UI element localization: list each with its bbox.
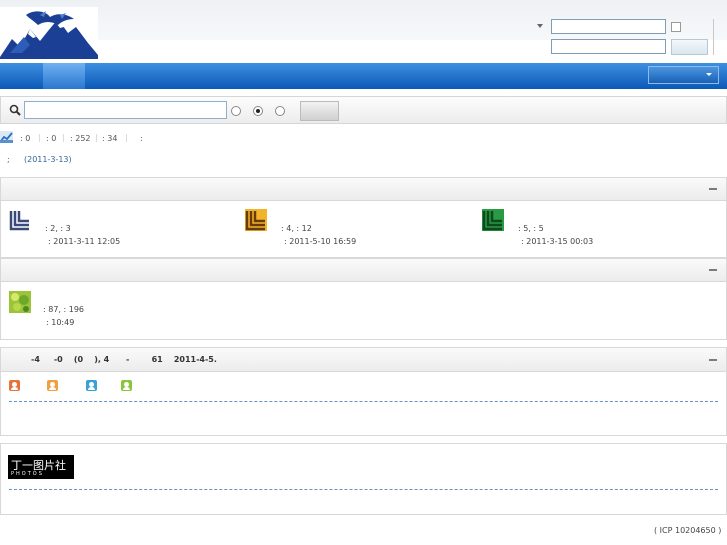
forum-stats: : 87, : 196 <box>43 305 85 314</box>
stat-value-2: : 0 <box>46 134 57 143</box>
forum-category-header-2[interactable] <box>0 258 727 282</box>
search-input[interactable] <box>24 101 227 119</box>
forum-icon-navy[interactable] <box>9 209 31 231</box>
stat-value-1: : 0 <box>20 134 31 143</box>
user-icon <box>47 380 58 391</box>
announcement-link[interactable]: (2011-3-13) <box>24 155 72 164</box>
stat-value-3: : 252 <box>70 134 91 143</box>
stats-chart-icon <box>0 131 13 143</box>
stat-separator: | <box>62 133 65 142</box>
forum-stats: : 4, : 12 <box>281 224 312 233</box>
stat-separator: | <box>125 133 128 142</box>
search-button[interactable] <box>300 101 339 121</box>
search-scope-radio-2[interactable] <box>253 106 263 116</box>
user-icon <box>9 380 20 391</box>
forum-icon-orange[interactable] <box>245 209 267 231</box>
collapse-minus-icon[interactable] <box>709 188 717 190</box>
stat-value-5: : <box>140 134 143 143</box>
friend-link-logo-subtitle: PHOTOS <box>11 471 44 477</box>
forum-stats: : 2, : 3 <box>45 224 71 233</box>
user-icon <box>86 380 97 391</box>
online-summary: -4 -0 (0 ), 4 - 61 2011-4-5. <box>31 355 217 364</box>
stat-separator: | <box>38 133 41 142</box>
friend-links-panel <box>0 443 727 515</box>
login-type-dropdown-icon[interactable] <box>536 22 544 28</box>
divider <box>9 489 718 490</box>
search-scope-radio-3[interactable] <box>275 106 285 116</box>
collapse-minus-icon[interactable] <box>709 269 717 271</box>
forum-last-post[interactable]: : 10:49 <box>46 318 74 327</box>
forum-category-header-1[interactable] <box>0 177 727 201</box>
stat-separator: | <box>95 133 98 142</box>
login-button[interactable] <box>671 39 708 55</box>
main-nav <box>0 63 727 89</box>
divider <box>9 401 718 402</box>
username-input[interactable] <box>551 19 666 34</box>
announcement-label: ; <box>7 155 10 164</box>
nav-item-active[interactable] <box>43 63 85 89</box>
forum-last-post[interactable]: : 2011-5-10 16:59 <box>284 237 356 246</box>
forum-stats: : 5, : 5 <box>518 224 544 233</box>
friend-link-logo[interactable]: 丁一图片社 PHOTOS <box>8 455 74 479</box>
forum-icon-photo[interactable] <box>9 291 31 313</box>
forum-last-post[interactable]: : 2011-3-15 00:03 <box>521 237 593 246</box>
chevron-down-icon <box>706 73 712 76</box>
forum-last-post[interactable]: : 2011-3-11 12:05 <box>48 237 120 246</box>
search-icon <box>9 104 21 116</box>
forum-icon-green[interactable] <box>482 209 504 231</box>
login-divider <box>713 19 714 55</box>
collapse-minus-icon[interactable] <box>709 359 717 361</box>
password-input[interactable] <box>551 39 666 54</box>
site-logo[interactable] <box>0 7 98 59</box>
stat-value-4: : 34 <box>102 134 118 143</box>
user-icon <box>121 380 132 391</box>
footer-icp[interactable]: ( ICP 10204650 ) <box>654 526 721 535</box>
remember-checkbox[interactable] <box>671 22 681 32</box>
search-scope-radio-1[interactable] <box>231 106 241 116</box>
